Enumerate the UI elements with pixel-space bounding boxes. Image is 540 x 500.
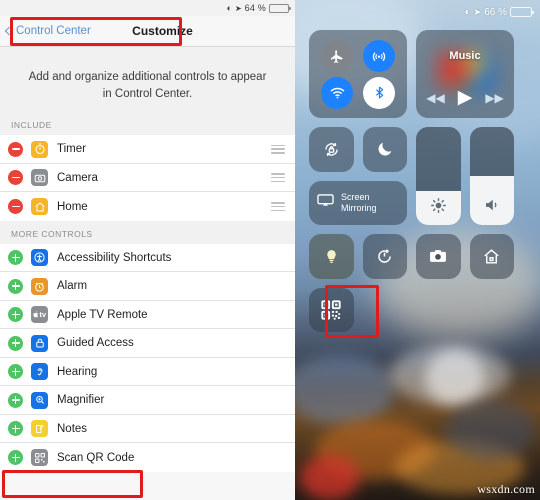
location-arrow-icon: ➤ xyxy=(234,3,242,13)
reorder-handle-icon[interactable] xyxy=(271,202,285,212)
music-tile[interactable]: Music ◀◀ ▶ ▶▶ xyxy=(416,30,514,118)
reorder-handle-icon[interactable] xyxy=(271,173,285,183)
battery-icon xyxy=(269,3,291,13)
music-title: Music xyxy=(449,50,481,62)
bluetooth-toggle[interactable] xyxy=(363,76,395,109)
list-item[interactable]: Alarm xyxy=(0,272,295,301)
airplane-mode-toggle[interactable] xyxy=(321,39,353,72)
brightness-slider[interactable] xyxy=(416,127,461,225)
list-item[interactable]: tv Apple TV Remote xyxy=(0,300,295,330)
list-item[interactable]: Camera xyxy=(0,163,295,193)
plus-circle-icon[interactable] xyxy=(8,250,23,266)
minus-circle-icon[interactable] xyxy=(8,199,23,215)
home-icon xyxy=(31,198,48,216)
plus-circle-icon[interactable] xyxy=(8,307,23,323)
airdrop-toggle[interactable] xyxy=(363,39,395,72)
intro-section: Add and organize additional controls to … xyxy=(0,47,295,113)
rewind-icon[interactable]: ◀◀ xyxy=(426,92,444,104)
wifi-icon: ◐ xyxy=(226,2,232,13)
screen-mirroring-tile[interactable]: Screen Mirroring xyxy=(309,180,407,225)
flashlight-button[interactable] xyxy=(309,234,354,279)
settings-panel: ◐ ➤ 64 % Control Center Customize Add an… xyxy=(0,0,295,500)
do-not-disturb-toggle[interactable] xyxy=(362,127,407,172)
home-button[interactable] xyxy=(469,234,514,279)
list-item-label: Scan QR Code xyxy=(57,451,135,464)
camera-button[interactable] xyxy=(416,234,461,279)
timer-icon xyxy=(31,140,48,158)
list-item-label: Timer xyxy=(57,143,86,156)
list-item[interactable]: Hearing xyxy=(0,357,295,387)
plus-circle-icon[interactable] xyxy=(8,392,23,408)
list-item-label: Apple TV Remote xyxy=(57,308,148,321)
magnifier-icon xyxy=(31,391,48,409)
alarm-clock-icon xyxy=(31,277,48,295)
list-item-label: Home xyxy=(57,200,88,213)
list-item-label: Hearing xyxy=(57,365,98,378)
location-arrow-icon: ➤ xyxy=(473,6,482,17)
plus-circle-icon[interactable] xyxy=(8,335,23,351)
minus-circle-icon[interactable] xyxy=(8,170,23,186)
control-center-grid: Music ◀◀ ▶ ▶▶ Screen Mirroring xyxy=(295,24,540,332)
lock-icon xyxy=(31,334,48,352)
list-item[interactable]: Home xyxy=(0,192,295,221)
camera-icon xyxy=(31,169,48,187)
list-item[interactable]: Scan QR Code xyxy=(0,443,295,472)
list-item[interactable]: Magnifier xyxy=(0,386,295,415)
include-list: Timer Camera Home xyxy=(0,135,295,221)
screenshot-root: ◐ ➤ 64 % Control Center Customize Add an… xyxy=(0,0,540,500)
navigation-bar: Control Center Customize xyxy=(0,16,295,47)
back-button-label: Control Center xyxy=(16,25,91,37)
battery-percent-label: 64 % xyxy=(244,3,266,13)
list-item[interactable]: Accessibility Shortcuts xyxy=(0,243,295,273)
volume-slider[interactable] xyxy=(469,127,515,225)
watermark: wsxdn.com xyxy=(477,482,535,496)
list-item-label: Accessibility Shortcuts xyxy=(57,251,172,264)
connectivity-tile[interactable] xyxy=(309,30,407,118)
wifi-toggle[interactable] xyxy=(321,76,353,109)
plus-circle-icon[interactable] xyxy=(8,450,23,466)
play-icon[interactable]: ▶ xyxy=(458,88,473,107)
intro-description: Add and organize additional controls to … xyxy=(28,71,267,100)
wifi-icon: ◐ xyxy=(464,6,471,18)
brightness-icon xyxy=(416,197,461,217)
fastforward-icon[interactable]: ▶▶ xyxy=(485,92,503,104)
chevron-left-icon xyxy=(4,26,14,36)
plus-circle-icon[interactable] xyxy=(8,421,23,437)
section-header-include: INCLUDE xyxy=(0,112,295,136)
list-item-label: Guided Access xyxy=(57,337,134,350)
airplay-icon xyxy=(316,191,335,215)
minus-circle-icon[interactable] xyxy=(8,141,23,157)
list-item-label: Magnifier xyxy=(57,394,105,407)
control-center-status-bar: ◐ ➤ 66 % xyxy=(295,0,540,24)
reorder-handle-icon[interactable] xyxy=(271,144,285,154)
left-status-bar: ◐ ➤ 64 % xyxy=(0,0,295,16)
screen-mirroring-label: Screen Mirroring xyxy=(341,192,377,213)
ear-icon xyxy=(31,363,48,381)
list-item-label: Notes xyxy=(57,422,88,435)
list-item-label: Alarm xyxy=(57,280,88,293)
plus-circle-icon[interactable] xyxy=(8,364,23,380)
scan-qr-code-button[interactable] xyxy=(309,287,354,332)
back-button[interactable]: Control Center xyxy=(4,25,91,37)
notes-icon xyxy=(31,420,48,438)
accessibility-icon xyxy=(31,249,48,267)
volume-icon xyxy=(470,196,515,217)
section-header-more-controls: MORE CONTROLS xyxy=(0,220,295,244)
list-item[interactable]: Timer xyxy=(0,135,295,164)
battery-percent-label: 66 % xyxy=(484,6,507,18)
list-item-label: Camera xyxy=(57,171,98,184)
rotation-lock-toggle[interactable] xyxy=(309,127,354,172)
battery-icon xyxy=(510,7,534,17)
control-center-panel: ◐ ➤ 66 % Music ◀◀ ▶ ▶▶ Screen Mirroring … xyxy=(295,0,540,500)
more-controls-list: Accessibility Shortcuts Alarm tv Apple T… xyxy=(0,243,295,472)
plus-circle-icon[interactable] xyxy=(8,278,23,294)
timer-button[interactable] xyxy=(362,234,407,279)
qr-code-icon xyxy=(31,449,48,467)
highlight-scan-qr-code-row xyxy=(2,470,143,498)
list-item[interactable]: Guided Access xyxy=(0,329,295,358)
list-item[interactable]: Notes xyxy=(0,414,295,444)
apple-tv-icon: tv xyxy=(31,306,48,324)
